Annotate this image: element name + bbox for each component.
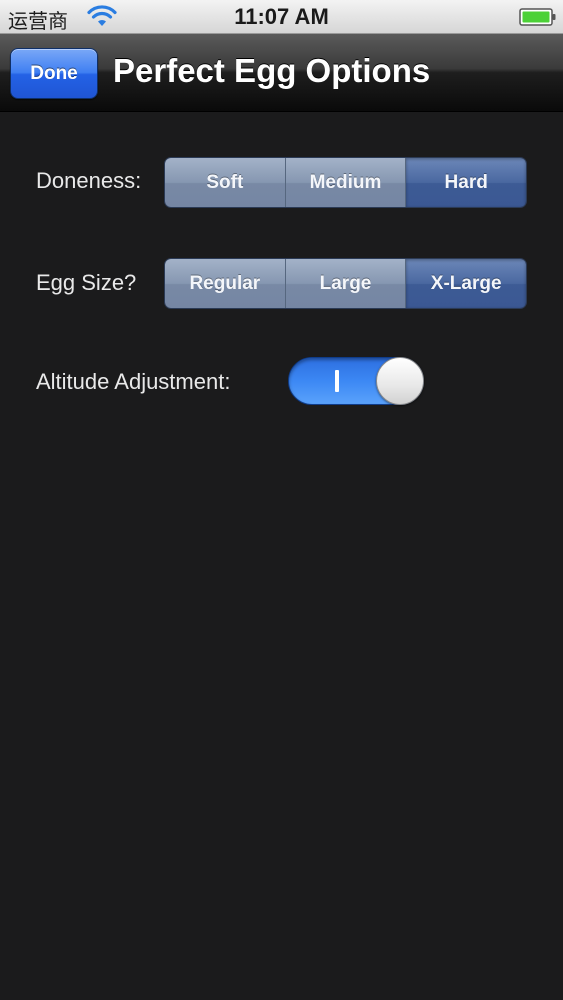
egg-size-segmented-control: Regular Large X-Large <box>164 258 527 309</box>
status-time: 11:07 AM <box>234 4 329 29</box>
altitude-adjustment-switch[interactable] <box>288 357 424 405</box>
doneness-option-soft[interactable]: Soft <box>165 158 285 207</box>
doneness-label: Doneness: <box>36 168 142 193</box>
egg-size-option-large[interactable]: Large <box>284 259 406 308</box>
egg-size-label: Egg Size? <box>36 270 137 295</box>
switch-on-indicator <box>335 370 339 392</box>
battery-icon <box>519 8 556 26</box>
switch-knob[interactable] <box>376 357 424 405</box>
doneness-segmented-control: Soft Medium Hard <box>164 157 527 208</box>
done-button[interactable]: Done <box>10 48 98 99</box>
altitude-adjustment-label: Altitude Adjustment: <box>36 369 231 394</box>
doneness-option-medium[interactable]: Medium <box>284 158 406 207</box>
navigation-bar: Done Perfect Egg Options <box>0 34 563 112</box>
egg-size-option-x-large[interactable]: X-Large <box>405 259 526 308</box>
doneness-option-hard[interactable]: Hard <box>405 158 526 207</box>
status-bar: 运营商 11:07 AM <box>0 0 563 34</box>
egg-size-option-regular[interactable]: Regular <box>165 259 285 308</box>
page-title: Perfect Egg Options <box>113 52 431 89</box>
